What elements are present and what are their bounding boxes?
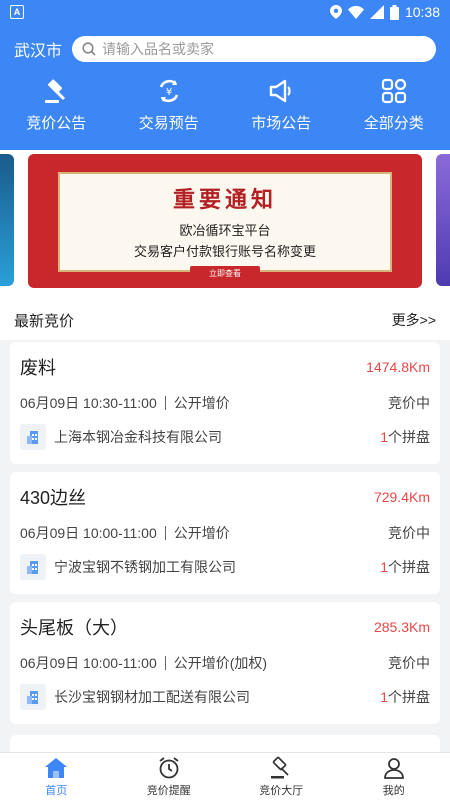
banner-line-2: 交易客户付款银行账号名称变更 [133,245,316,260]
wifi-icon [347,5,364,19]
tab-home[interactable]: 首页 [0,753,113,800]
search-box[interactable] [72,36,436,62]
auction-distance: 729.4Km [373,489,430,505]
auction-status: 竞价中 [388,655,430,671]
search-input[interactable] [102,41,426,57]
app-notification-icon: A [10,5,24,19]
auction-card[interactable]: 430边丝 729.4Km 06月09日 10:00-11:00 公开增价 竞价… [10,472,440,594]
banner-view-button[interactable]: 立即查看 [190,266,260,281]
auction-card[interactable]: 废料 1474.8Km 06月09日 10:30-11:00 公开增价 竞价中 … [10,342,440,464]
clock-time: 10:38 [404,4,440,20]
bottom-tab-bar: 首页 竞价提醒 竞价大厅 我的 [0,752,450,800]
auction-date: 06月09日 10:00-11:00 [20,525,157,541]
status-bar: A 10:38 [0,0,450,24]
megaphone-icon [270,79,291,103]
company-name: 上海本钢冶金科技有限公司 [54,429,222,445]
nav-trade-preview[interactable]: ¥ 交易预告 [113,76,226,133]
user-icon [383,757,404,779]
auction-type: 公开增价 [173,395,230,411]
nav-label: 交易预告 [138,115,199,132]
more-link[interactable]: 更多>> [392,310,436,330]
tab-mine[interactable]: 我的 [338,753,450,800]
nav-bid-announcement[interactable]: 竞价公告 [0,76,113,133]
tab-bid-reminder[interactable]: 竞价提醒 [113,753,226,800]
tab-label: 我的 [382,784,405,797]
auction-name: 头尾板（大） [20,618,128,638]
auction-date: 06月09日 10:30-11:00 [20,395,157,411]
auction-status: 竞价中 [388,395,430,411]
app-header: 武汉市 竞价公告 ¥ 交易预告 市场公告 [0,24,450,150]
banner-line-1: 欧冶循环宝平台 [179,224,271,239]
banner-carousel[interactable]: 重要通知 欧冶循环宝平台 交易客户付款银行账号名称变更 立即查看 [0,150,450,300]
search-icon [82,42,96,56]
auction-card[interactable]: 头尾板（大） 285.3Km 06月09日 10:00-11:00 公开增价(加… [10,602,440,724]
lot-count-number: 1 [380,689,388,705]
lot-count-number: 1 [380,429,388,445]
home-icon [45,757,68,778]
lot-count-suffix: 个拼盘 [388,429,430,445]
location-icon [329,5,342,19]
auction-name: 430边丝 [20,488,87,508]
divider [164,396,166,410]
lot-count: 1个拼盘 [380,427,430,447]
building-icon [20,684,46,710]
divider [164,656,166,670]
nav-label: 市场公告 [251,115,312,132]
nav-label: 竞价公告 [26,115,87,132]
lot-count-suffix: 个拼盘 [388,559,430,575]
auction-type: 公开增价(加权) [173,655,268,671]
section-title: 最新竞价 [14,312,75,330]
auction-hall-icon [271,756,289,778]
auction-type: 公开增价 [173,525,230,541]
tab-label: 竞价提醒 [146,784,191,797]
building-icon [20,554,46,580]
city-selector[interactable]: 武汉市 [14,37,62,61]
company-name: 宁波宝钢不锈钢加工有限公司 [54,559,236,575]
company-name: 长沙宝钢钢材加工配送有限公司 [54,689,250,705]
alarm-clock-icon [159,756,179,778]
auction-distance: 285.3Km [373,619,430,635]
banner-title: 重要通知 [172,187,277,213]
tab-bid-hall[interactable]: 竞价大厅 [225,753,338,800]
auction-distance: 1474.8Km [366,359,430,375]
svg-text:¥: ¥ [166,87,172,98]
grid-icon [381,78,406,104]
nav-market-announcement[interactable]: 市场公告 [225,76,338,133]
nav-label: 全部分类 [363,115,424,132]
lot-count: 1个拼盘 [380,687,430,707]
battery-icon [389,4,399,20]
tab-label: 竞价大厅 [259,784,304,797]
building-icon [20,424,46,450]
section-header: 最新竞价 更多>> [0,300,450,340]
auction-date: 06月09日 10:00-11:00 [20,655,157,671]
gavel-icon [45,79,66,103]
lot-count-suffix: 个拼盘 [388,689,430,705]
banner-prev-peek [0,154,14,286]
divider [164,526,166,540]
cycle-yuan-icon: ¥ [159,79,178,103]
banner-slide[interactable]: 重要通知 欧冶循环宝平台 交易客户付款银行账号名称变更 立即查看 [28,154,422,288]
auction-name: 废料 [20,358,56,378]
nav-all-categories[interactable]: 全部分类 [338,76,450,133]
lot-count: 1个拼盘 [380,557,430,577]
auction-status: 竞价中 [388,525,430,541]
signal-icon [369,5,384,19]
banner-notice-card: 重要通知 欧冶循环宝平台 交易客户付款银行账号名称变更 立即查看 [58,172,392,281]
banner-next-peek [436,154,450,286]
lot-count-number: 1 [380,559,388,575]
tab-label: 首页 [45,784,68,797]
